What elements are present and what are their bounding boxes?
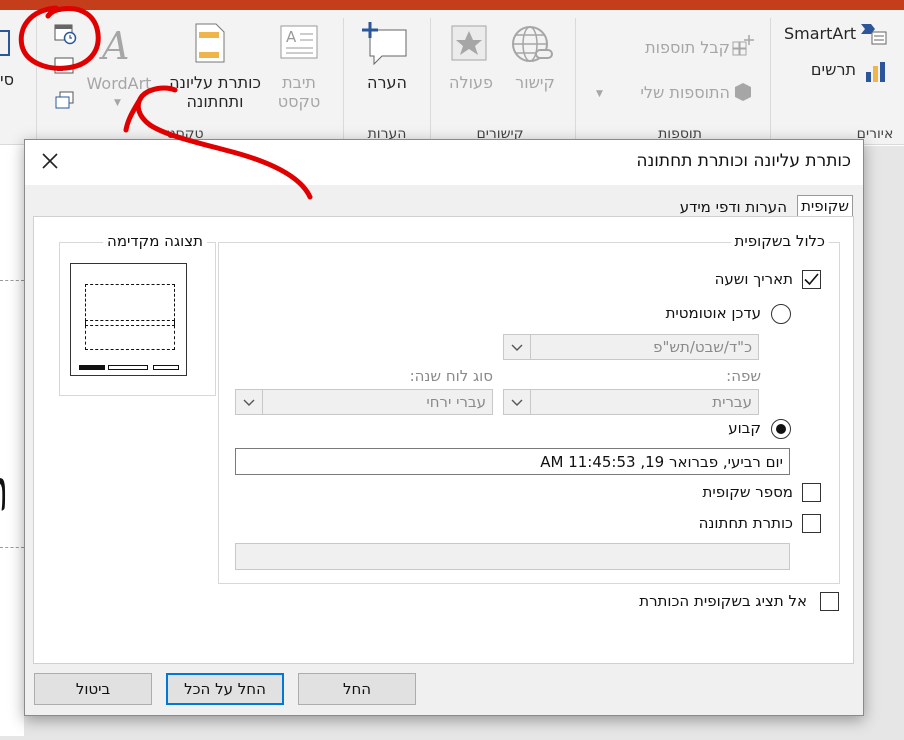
tab-notes-handouts[interactable]: הערות ודפי מידע [680, 197, 787, 217]
separator [36, 18, 37, 140]
text-box-button[interactable]: תיבת טקסט [266, 73, 332, 111]
my-addins-button[interactable]: התוספות שלי [612, 83, 730, 102]
text-box-icon: A [280, 24, 320, 60]
wordart-icon: A [102, 24, 130, 68]
chart-button[interactable]: תרשים [796, 60, 856, 79]
chevron-down-icon [504, 335, 531, 359]
preview-title: תצוגה מקדימה [103, 232, 207, 250]
cancel-button[interactable]: ביטול [34, 673, 152, 705]
chart-icon [864, 60, 888, 84]
partial-left-button[interactable]: סי [0, 70, 24, 89]
comment-icon [362, 22, 408, 66]
update-automatically-radio[interactable] [771, 304, 791, 324]
preview-thumbnail [70, 263, 187, 376]
preview-date-area [79, 365, 105, 370]
separator [343, 18, 344, 140]
slide-number-checkbox[interactable] [802, 483, 821, 502]
slide-placeholder-border [0, 280, 24, 281]
date-format-select[interactable]: כ"ד/שבט/תש"פ [503, 334, 759, 360]
dont-show-on-title-checkbox[interactable] [820, 592, 839, 611]
preview-footer-area [108, 365, 148, 370]
slide-placeholder-border [0, 547, 24, 548]
preview-content-placeholder [85, 320, 175, 350]
action-button[interactable]: פעולה [438, 73, 504, 92]
wordart-button[interactable]: WordArt [84, 74, 154, 93]
close-icon[interactable] [39, 150, 61, 172]
slide-canvas[interactable] [0, 146, 24, 736]
smartart-button[interactable]: SmartArt [784, 24, 856, 43]
calendar-type-label: סוג לוח שנה: [409, 367, 493, 385]
fixed-radio[interactable] [771, 419, 791, 439]
tab-slide[interactable]: שקופית [797, 195, 853, 217]
get-addins-button[interactable]: קבל תוספות [612, 38, 730, 57]
preview-slide-number-area [153, 365, 179, 370]
footer-text-input[interactable] [235, 543, 790, 570]
language-select[interactable]: עברית [503, 389, 759, 415]
footer-label: כותרת תחתונה [698, 514, 793, 532]
partial-left-icon [0, 30, 10, 56]
fixed-label: קבוע [728, 419, 761, 437]
get-addins-icon [732, 34, 754, 56]
slide-title-partial-text: ת [0, 455, 9, 525]
date-time-icon[interactable] [54, 22, 77, 45]
object-icon[interactable] [54, 90, 76, 112]
header-footer-dialog: כותרת עליונה וכותרת תחתונה שקופית הערות … [24, 139, 864, 716]
chevron-down-icon [504, 390, 531, 414]
chevron-down-icon [236, 390, 263, 414]
preview-group: תצוגה מקדימה [59, 232, 216, 396]
link-icon [510, 24, 554, 66]
fixed-date-value: יום רביעי, פברואר 19, 11:45:53 AM [540, 453, 783, 471]
include-on-slide-group: כלול בשקופית תאריך ושעה עדכן אוטומטית כ"… [218, 232, 840, 584]
tab-panel-slide: כלול בשקופית תאריך ושעה עדכן אוטומטית כ"… [33, 216, 854, 664]
fixed-date-input[interactable]: יום רביעי, פברואר 19, 11:45:53 AM [235, 448, 790, 475]
date-format-value: כ"ד/שבט/תש"פ [653, 338, 752, 356]
dialog-title-bar: כותרת עליונה וכותרת תחתונה [25, 140, 863, 185]
comment-button[interactable]: הערה [352, 73, 422, 92]
date-time-checkbox[interactable] [802, 270, 821, 289]
slide-number-label: מספר שקופית [702, 483, 793, 501]
ribbon-accent-bar [0, 0, 904, 10]
dialog-title: כותרת עליונה וכותרת תחתונה [636, 151, 851, 171]
separator [575, 18, 576, 140]
slide-number-icon[interactable] [54, 55, 76, 77]
header-footer-icon [194, 22, 226, 63]
separator [770, 18, 771, 140]
calendar-type-select[interactable]: עברי ירחי [235, 389, 493, 415]
action-icon [450, 24, 490, 64]
apply-all-button[interactable]: החל על הכל [166, 673, 284, 705]
language-value: עברית [712, 393, 752, 411]
header-footer-button[interactable]: כותרת עליונה ותחתונה [160, 73, 270, 111]
my-addins-dropdown-icon[interactable]: ▼ [596, 89, 603, 99]
radio-selected-dot [776, 424, 786, 434]
svg-text:A: A [286, 28, 297, 46]
smartart-icon [860, 22, 888, 45]
dont-show-on-title-label: אל תציג בשקופית הכותרת [639, 592, 807, 610]
include-on-slide-title: כלול בשקופית [730, 232, 829, 250]
apply-button[interactable]: החל [298, 673, 416, 705]
calendar-type-value: עברי ירחי [426, 393, 486, 411]
separator [430, 18, 431, 140]
link-button[interactable]: קישור [500, 73, 570, 92]
update-automatically-label: עדכן אוטומטית [665, 304, 761, 322]
my-addins-icon [733, 82, 753, 102]
footer-checkbox[interactable] [802, 514, 821, 533]
date-time-label: תאריך ושעה [714, 270, 793, 288]
ribbon: סי A WordArt ▼ כותרת עליונה ותחתונה A תי… [0, 10, 904, 145]
wordart-dropdown-icon[interactable]: ▼ [114, 98, 121, 108]
language-label: שפה: [726, 367, 761, 385]
dialog-tabs: שקופית הערות ודפי מידע [25, 185, 863, 217]
